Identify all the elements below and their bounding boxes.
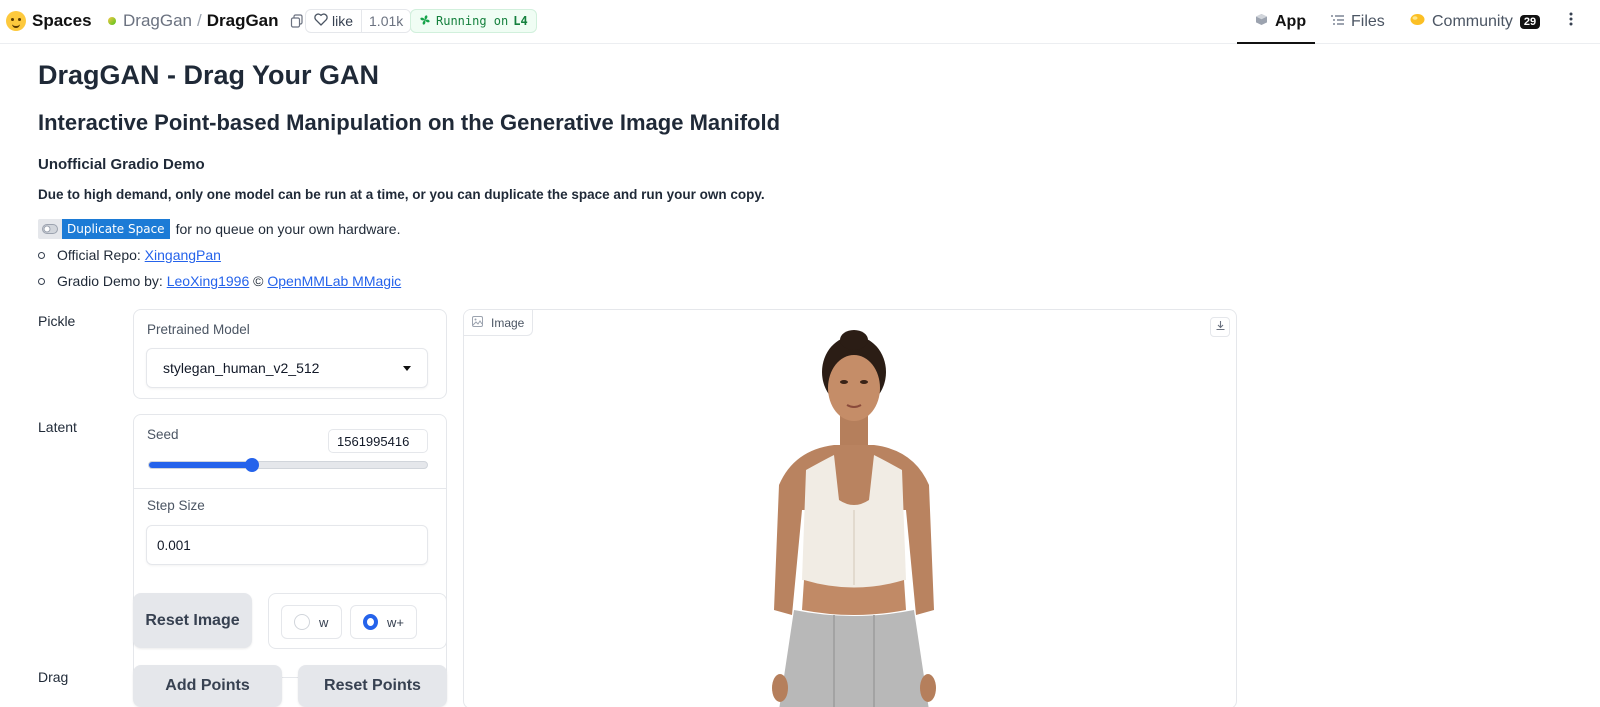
duplicate-toggle-icon: [38, 219, 62, 239]
tab-app-label: App: [1275, 13, 1307, 30]
pretrained-model-label: Pretrained Model: [147, 322, 250, 337]
image-block-label: Image: [464, 310, 534, 336]
pretrained-model-value: stylegan_human_v2_512: [163, 360, 320, 376]
files-icon: [1331, 13, 1344, 31]
credits-list: Official Repo: XingangPan Gradio Demo by…: [38, 246, 401, 298]
drag-section-label: Drag: [38, 669, 69, 685]
status-prefix: Running on: [436, 14, 509, 28]
generated-portrait-image[interactable]: [684, 310, 1024, 707]
reset-points-button[interactable]: Reset Points: [298, 665, 447, 707]
community-icon: [1410, 13, 1425, 31]
org-link[interactable]: OpenMMLab MMagic: [267, 273, 401, 289]
radio-w-label: w: [319, 614, 329, 630]
fan-icon: [419, 14, 431, 29]
image-icon: [472, 315, 483, 330]
active-tab-indicator: [1237, 42, 1315, 44]
like-count[interactable]: 1.01k: [361, 10, 411, 32]
spaces-brand-label: Spaces: [32, 11, 92, 30]
breadcrumb-repo-link[interactable]: DragGan: [207, 11, 279, 31]
running-status-badge[interactable]: Running on L4: [410, 9, 537, 33]
seed-slider-fill: [149, 462, 252, 468]
vertical-dots-icon: [1569, 12, 1573, 31]
download-button[interactable]: [1210, 317, 1230, 337]
top-navigation-bar: Spaces DragGan / DragGan like 1.01k Runn…: [0, 0, 1600, 44]
seed-slider[interactable]: [148, 458, 428, 472]
seed-label: Seed: [147, 427, 179, 442]
pretrained-model-dropdown[interactable]: stylegan_human_v2_512: [146, 348, 428, 388]
duplicate-space-badge[interactable]: Duplicate Space: [38, 219, 170, 239]
copy-icon[interactable]: [290, 14, 304, 28]
image-output-panel[interactable]: Image: [463, 309, 1237, 707]
page-title: DragGAN - Drag Your GAN: [38, 60, 380, 90]
tab-community[interactable]: Community 29: [1410, 0, 1541, 44]
image-label-text: Image: [491, 315, 525, 330]
breadcrumb-owner-link[interactable]: DragGan: [123, 11, 192, 31]
like-label: like: [332, 13, 354, 29]
latent-section-label: Latent: [38, 419, 77, 435]
more-options-button[interactable]: [1560, 10, 1582, 32]
download-icon: [1215, 318, 1226, 336]
demo-by-prefix: Gradio Demo by:: [57, 273, 163, 289]
add-points-button[interactable]: Add Points: [133, 665, 282, 707]
status-hardware: L4: [513, 14, 528, 28]
like-button[interactable]: like 1.01k: [305, 9, 412, 33]
seed-number-input[interactable]: 1561995416: [328, 429, 428, 453]
page-subtitle: Interactive Point-based Manipulation on …: [38, 110, 781, 135]
step-size-value: 0.001: [157, 537, 191, 553]
owner-avatar-icon: [108, 17, 116, 25]
tab-community-label: Community: [1432, 13, 1513, 30]
heart-icon: [314, 13, 328, 29]
tab-app[interactable]: App: [1255, 0, 1306, 44]
demo-heading: Unofficial Gradio Demo: [38, 156, 205, 173]
seed-value: 1561995416: [337, 433, 410, 449]
duplicate-space-row: Duplicate Space for no queue on your own…: [38, 219, 401, 239]
hugging-face-logo-icon: [6, 11, 26, 31]
list-item: Official Repo: XingangPan: [38, 246, 401, 272]
duplicate-space-label: Duplicate Space: [62, 219, 170, 239]
demand-notice: Due to high demand, only one model can b…: [38, 187, 765, 202]
radio-checked-icon: [363, 614, 379, 630]
breadcrumb-separator: /: [196, 11, 202, 30]
radio-unchecked-icon: [294, 614, 310, 630]
caret-down-icon: [403, 365, 411, 371]
spaces-home-link[interactable]: Spaces: [6, 0, 92, 42]
radio-w-plus-label: w+: [387, 614, 404, 630]
seed-slider-thumb[interactable]: [244, 458, 259, 472]
duplicate-space-suffix: for no queue on your own hardware.: [175, 221, 401, 237]
reset-image-button[interactable]: Reset Image: [133, 593, 252, 648]
cube-icon: [1255, 13, 1268, 31]
list-item: Gradio Demo by: LeoXing1996 © OpenMMLab …: [38, 272, 401, 298]
tab-files[interactable]: Files: [1331, 0, 1385, 44]
divider: [134, 488, 446, 489]
tab-files-label: Files: [1351, 13, 1385, 30]
latent-space-radio-group: w w+: [268, 593, 447, 649]
pickle-section-label: Pickle: [38, 313, 76, 329]
radio-option-w-plus[interactable]: w+: [350, 605, 417, 639]
community-count-badge: 29: [1519, 15, 1541, 29]
pretrained-model-panel: Pretrained Model stylegan_human_v2_512: [133, 309, 447, 399]
repo-link[interactable]: XingangPan: [145, 247, 221, 263]
author-link[interactable]: LeoXing1996: [167, 273, 250, 289]
repo-prefix: Official Repo:: [57, 247, 141, 263]
step-size-label: Step Size: [147, 498, 205, 513]
step-size-input[interactable]: 0.001: [146, 525, 428, 565]
breadcrumb: DragGan / DragGan: [108, 0, 304, 42]
copyright-sign: ©: [253, 273, 264, 289]
radio-option-w[interactable]: w: [281, 605, 342, 639]
